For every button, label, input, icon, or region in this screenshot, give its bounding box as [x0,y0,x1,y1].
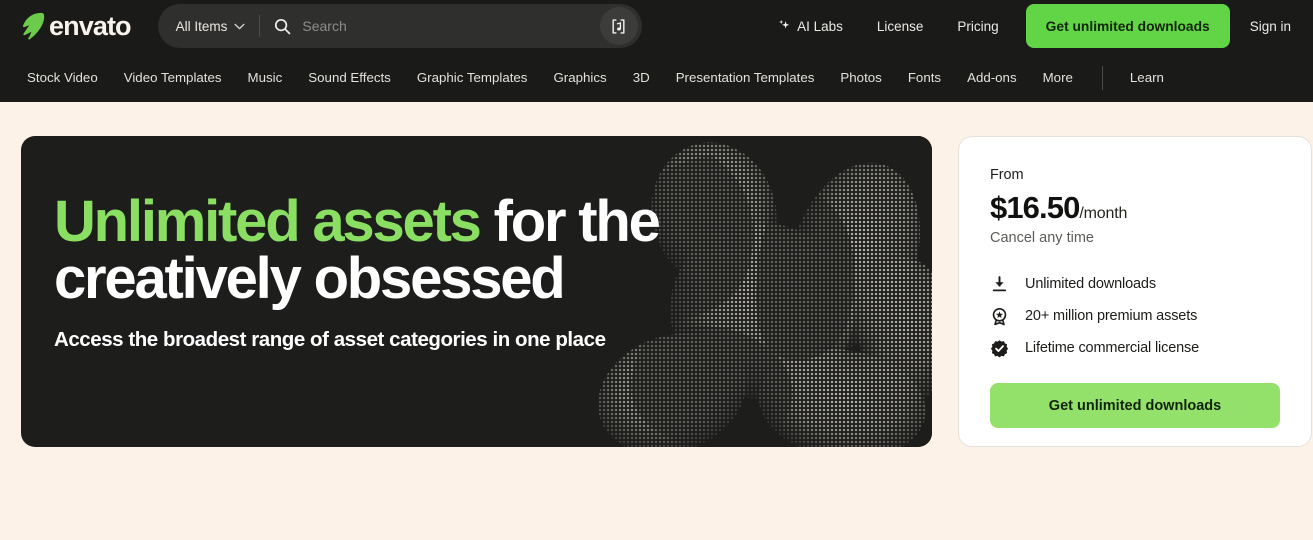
sign-in-label: Sign in [1249,18,1291,34]
category-nav-bar: Stock Video Video Templates Music Sound … [0,52,1313,102]
nav-item-license-label: License [876,18,924,34]
price-period: /month [1079,205,1128,222]
feature-label: Lifetime commercial license [1025,340,1200,356]
envato-logo[interactable]: envato [20,10,132,41]
nav-item-ai-labs[interactable]: AI Labs [760,19,860,34]
cancel-any-time-note: Cancel any time [990,230,1094,246]
category-presentation-templates[interactable]: Presentation Templates [663,70,828,85]
hero-headline-white-line2: creatively obsessed [54,245,566,311]
category-3d[interactable]: 3D [620,70,663,85]
feature-item: Lifetime commercial license [990,332,1280,364]
music-note-bracket-icon [612,18,625,34]
verified-check-badge-icon [990,339,1009,357]
feature-label: Unlimited downloads [1025,276,1156,292]
hero-headline: Unlimited assets for the creatively obse… [54,193,914,311]
top-nav-right: AI Labs License Pricing Get unlimited do… [760,4,1295,48]
card-get-unlimited-downloads-button[interactable]: Get unlimited downloads [990,383,1280,428]
sign-in-link[interactable]: Sign in [1236,19,1295,34]
search-scope-label: All Items [175,18,228,34]
chevron-down-icon [234,23,245,29]
main-content: Unlimited assets for the creatively obse… [0,102,1313,540]
nav-item-pricing-label: Pricing [957,18,999,34]
header-get-unlimited-downloads-button[interactable]: Get unlimited downloads [1025,4,1230,48]
envato-bolt-logo-icon [23,12,45,40]
feature-list: Unlimited downloads 20+ million premium … [990,268,1280,364]
category-stock-video[interactable]: Stock Video [14,70,111,85]
pricing-card: From $16.50 /month Cancel any time Unlim… [958,136,1312,447]
category-more[interactable]: More [1030,70,1086,85]
category-add-ons[interactable]: Add-ons [954,70,1030,85]
sparkle-icon [779,20,790,29]
nav-item-pricing[interactable]: Pricing [940,19,1015,34]
search-icon[interactable] [274,18,291,35]
feature-item: Unlimited downloads [990,268,1280,300]
feature-label: 20+ million premium assets [1025,308,1198,324]
hero-headline-white-line1: for the [479,189,661,254]
nav-item-ai-labs-label: AI Labs [797,18,843,34]
feature-item: 20+ million premium assets [990,300,1280,332]
category-sound-effects[interactable]: Sound Effects [295,70,404,85]
search-scope-dropdown[interactable]: All Items [176,19,246,34]
price-from-label: From [990,167,1024,183]
price-amount: $16.50 [990,190,1080,225]
category-graphic-templates[interactable]: Graphic Templates [404,70,541,85]
category-music[interactable]: Music [235,70,296,85]
award-badge-star-icon [992,307,1007,325]
hero-headline-green: Unlimited assets [54,189,482,254]
hero-subheadline: Access the broadest range of asset categ… [54,327,606,351]
search-divider [259,15,261,37]
category-graphics[interactable]: Graphics [540,70,619,85]
download-icon [992,275,1007,291]
envato-wordmark: envato [49,10,132,41]
audio-search-button[interactable] [599,7,638,45]
category-video-templates[interactable]: Video Templates [111,70,235,85]
category-learn[interactable]: Learn [1117,70,1177,85]
hero-copy: Unlimited assets for the creatively obse… [21,136,932,352]
search-input[interactable] [302,18,600,34]
category-photos[interactable]: Photos [827,70,894,85]
search-bar[interactable]: All Items [157,4,642,48]
nav-item-license[interactable]: License [860,19,941,34]
top-header-bar: envato All Items Search AI Labs License … [0,0,1313,52]
hero-banner[interactable]: Unlimited assets for the creatively obse… [21,136,932,447]
category-nav-divider [1101,65,1103,90]
price-row: $16.50 /month [990,190,1280,226]
category-fonts[interactable]: Fonts [895,70,954,85]
